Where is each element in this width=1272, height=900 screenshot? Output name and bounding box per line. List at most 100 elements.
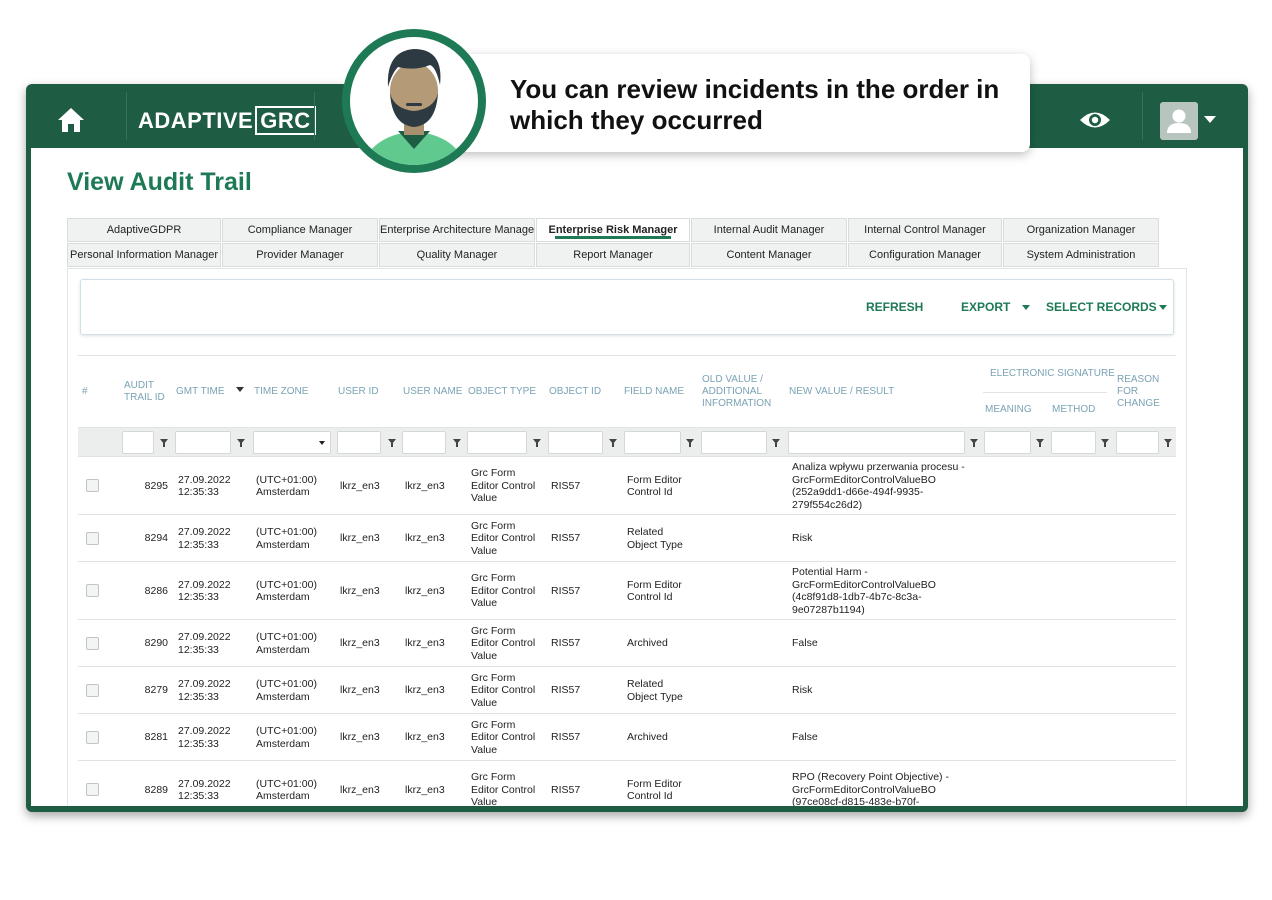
- filter-funnel-icon[interactable]: [686, 439, 694, 447]
- filter-select-time-zone[interactable]: [253, 431, 331, 454]
- filter-funnel-icon[interactable]: [970, 439, 978, 447]
- tab-label: Enterprise Architecture Manager: [380, 224, 535, 236]
- cell-user-name-line: lkrz_en3: [405, 731, 445, 744]
- col-header-user-name[interactable]: USER NAME: [403, 386, 462, 398]
- cell-object-type: Grc Form Editor Control Value: [471, 771, 547, 806]
- row-checkbox[interactable]: [86, 683, 99, 697]
- filter-funnel-icon[interactable]: [237, 439, 245, 447]
- filter-funnel-icon[interactable]: [453, 439, 461, 447]
- tab-internal-control-manager[interactable]: Internal Control Manager: [848, 218, 1002, 242]
- filter-input-object-id[interactable]: [548, 431, 603, 454]
- row-checkbox[interactable]: [86, 636, 99, 650]
- cell-object-type-line: Grc Form: [471, 671, 516, 684]
- user-avatar-button[interactable]: [1160, 102, 1198, 140]
- tab-label: Content Manager: [726, 249, 812, 261]
- cell-field-name-line: Control Id: [627, 486, 673, 498]
- cell-object-id: RIS57: [551, 731, 611, 744]
- audit-trail-grid-panel: REFRESH EXPORT SELECT RECORDS # AUDIT TR…: [67, 268, 1187, 806]
- row-checkbox[interactable]: [86, 730, 99, 744]
- tab-quality-manager[interactable]: Quality Manager: [379, 243, 535, 267]
- row-checkbox[interactable]: [86, 584, 99, 597]
- cell-time-zone: (UTC+01:00) Amsterdam: [256, 678, 336, 703]
- sort-desc-icon[interactable]: [236, 387, 244, 392]
- filter-funnel-icon[interactable]: [160, 439, 168, 447]
- filter-input-user-name[interactable]: [402, 431, 446, 454]
- home-icon[interactable]: [56, 106, 86, 134]
- cell-object-type-line: Grc Form: [471, 771, 516, 784]
- col-header-reason-for-change[interactable]: REASON FOR CHANGE: [1117, 374, 1165, 410]
- col-header-audit-id[interactable]: AUDIT TRAIL ID: [124, 380, 170, 404]
- filter-input-old-value[interactable]: [701, 431, 767, 454]
- cell-user-id-line: lkrz_en3: [340, 783, 380, 796]
- table-row[interactable]: 8286 27.09.2022 12:35:33 (UTC+01:00) Amsterd…: [78, 562, 1176, 620]
- filter-input-reason[interactable]: [1116, 431, 1159, 454]
- cell-user-name: lkrz_en3: [405, 637, 465, 650]
- filter-input-meaning[interactable]: [984, 431, 1031, 454]
- col-header-old-value[interactable]: OLD VALUE / ADDITIONAL INFORMATION: [702, 374, 780, 410]
- tab-internal-audit-manager[interactable]: Internal Audit Manager: [691, 218, 847, 242]
- chevron-down-icon[interactable]: [1204, 116, 1216, 123]
- filter-input-object-type[interactable]: [467, 431, 527, 454]
- col-header-electronic-signature: ELECTRONIC SIGNATURE: [990, 368, 1115, 379]
- tab-provider-manager[interactable]: Provider Manager: [222, 243, 378, 267]
- table-row[interactable]: 8279 27.09.2022 12:35:33 (UTC+01:00) Amsterd…: [78, 667, 1176, 714]
- filter-funnel-icon[interactable]: [1101, 439, 1109, 447]
- col-header-method[interactable]: METHOD: [1052, 404, 1095, 416]
- filter-funnel-icon[interactable]: [609, 439, 617, 447]
- table-row[interactable]: 8294 27.09.2022 12:35:33 (UTC+01:00) Amsterd…: [78, 515, 1176, 562]
- filter-input-audit-id[interactable]: [122, 431, 154, 454]
- eye-icon[interactable]: [1078, 109, 1112, 131]
- tab-adaptivegdpr[interactable]: AdaptiveGDPR: [67, 218, 221, 242]
- tab-report-manager[interactable]: Report Manager: [536, 243, 690, 267]
- table-row[interactable]: 8289 27.09.2022 12:35:33 (UTC+01:00) Amsterd…: [78, 761, 1176, 806]
- tab-compliance-manager[interactable]: Compliance Manager: [222, 218, 378, 242]
- tab-content-manager[interactable]: Content Manager: [691, 243, 847, 267]
- col-header-new-value[interactable]: NEW VALUE / RESULT: [789, 386, 894, 398]
- tab-personal-information-manager[interactable]: Personal Information Manager: [67, 243, 221, 267]
- select-records-button[interactable]: SELECT RECORDS: [1046, 300, 1167, 314]
- tab-organization-manager[interactable]: Organization Manager: [1003, 218, 1159, 242]
- filter-funnel-icon[interactable]: [772, 439, 780, 447]
- col-header-user-id[interactable]: USER ID: [338, 386, 379, 398]
- cell-object-id: RIS57: [551, 532, 611, 545]
- cell-new-value-line: False: [792, 637, 818, 650]
- cell-field-name-line: Related: [627, 678, 664, 690]
- filter-input-user-id[interactable]: [337, 431, 381, 454]
- cell-gmt-time: 27.09.2022 12:35:33: [178, 778, 248, 803]
- filter-input-new-value[interactable]: [788, 431, 965, 454]
- cell-audit-id: 8281: [122, 731, 168, 744]
- cell-gmt-time-line: 12:35:33: [178, 790, 219, 802]
- tab-system-administration[interactable]: System Administration: [1003, 243, 1159, 267]
- cell-object-type-line: Editor Control: [471, 783, 536, 796]
- filter-input-gmt-time[interactable]: [175, 431, 231, 454]
- export-button[interactable]: EXPORT: [961, 300, 1031, 314]
- tab-enterprise-architecture-manager[interactable]: Enterprise Architecture Manager: [379, 218, 535, 242]
- filter-input-field-name[interactable]: [624, 431, 681, 454]
- table-row[interactable]: 8295 27.09.2022 12:35:33 (UTC+01:00) Amsterd…: [78, 457, 1176, 515]
- col-header-object-type[interactable]: OBJECT TYPE: [468, 386, 536, 398]
- cell-time-zone-line: Amsterdam: [256, 643, 310, 656]
- col-header-gmt-time[interactable]: GMT TIME: [176, 386, 225, 398]
- row-checkbox[interactable]: [86, 479, 99, 492]
- row-checkbox[interactable]: [86, 531, 99, 545]
- app-logo[interactable]: ADAPTIVE GRC: [138, 106, 316, 135]
- col-header-field-name[interactable]: FIELD NAME: [624, 386, 684, 398]
- row-checkbox[interactable]: [86, 783, 99, 796]
- table-row[interactable]: 8281 27.09.2022 12:35:33 (UTC+01:00) Amsterd…: [78, 714, 1176, 761]
- tab-label: Internal Control Manager: [864, 224, 986, 236]
- tab-enterprise-risk-manager[interactable]: Enterprise Risk Manager: [536, 218, 690, 242]
- filter-funnel-icon[interactable]: [533, 439, 541, 447]
- filter-funnel-icon[interactable]: [388, 439, 396, 447]
- table-row[interactable]: 8290 27.09.2022 12:35:33 (UTC+01:00) Amsterd…: [78, 620, 1176, 667]
- cell-gmt-time-line: 27.09.2022: [178, 725, 231, 737]
- col-header-meaning[interactable]: MEANING: [985, 404, 1032, 416]
- filter-funnel-icon[interactable]: [1164, 439, 1172, 447]
- col-header-object-id[interactable]: OBJECT ID: [549, 386, 601, 398]
- filter-input-method[interactable]: [1051, 431, 1096, 454]
- cell-user-id-line: lkrz_en3: [340, 584, 380, 597]
- tab-configuration-manager[interactable]: Configuration Manager: [848, 243, 1002, 267]
- cell-user-id: lkrz_en3: [340, 585, 400, 598]
- col-header-time-zone[interactable]: TIME ZONE: [254, 386, 308, 398]
- filter-funnel-icon[interactable]: [1036, 439, 1044, 447]
- refresh-button[interactable]: REFRESH: [866, 300, 923, 314]
